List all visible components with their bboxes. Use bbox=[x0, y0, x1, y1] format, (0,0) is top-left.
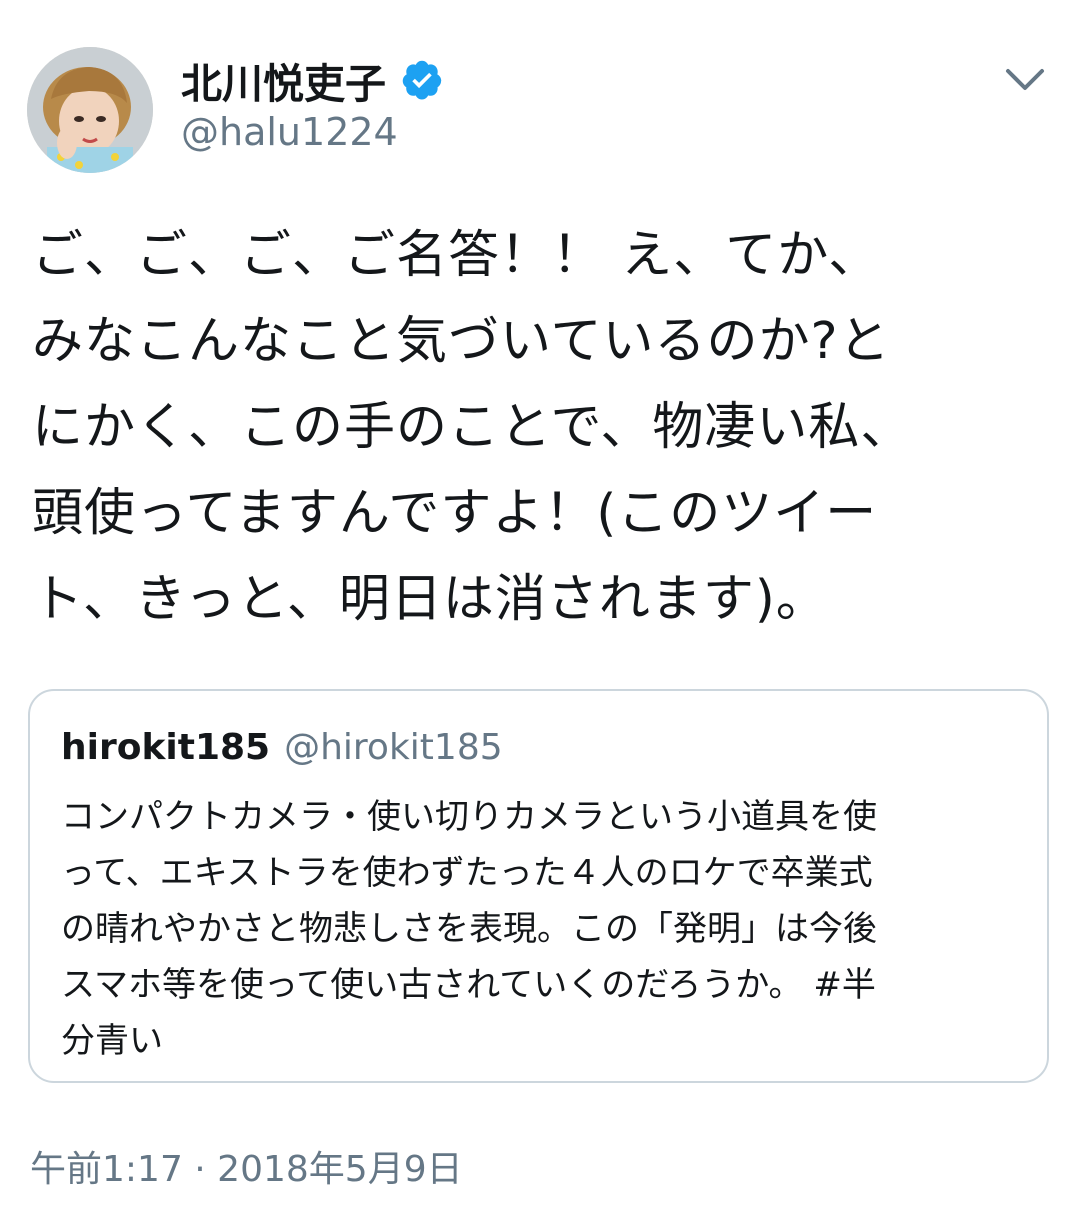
avatar[interactable] bbox=[27, 47, 153, 173]
quoted-author-handle: @hirokit185 bbox=[284, 726, 503, 768]
tweet-text: ご、ご、ご、ご名答！！ え、てか、 みなこんなこと気づいているのか?と にかく、… bbox=[32, 226, 913, 629]
quoted-tweet-card[interactable]: hirokit185 @hirokit185 コンパクトカメラ・使い切りカメラと… bbox=[28, 689, 1049, 1083]
chevron-down-icon[interactable] bbox=[1001, 60, 1049, 100]
quoted-tweet-text: コンパクトカメラ・使い切りカメラという小道具を使 って、エキストラを使わずたった… bbox=[61, 797, 877, 1061]
tweet-timestamp[interactable]: 午前1:17 · 2018年5月9日 bbox=[30, 1140, 463, 1192]
verified-badge-icon bbox=[400, 58, 444, 102]
author-handle[interactable]: @halu1224 bbox=[181, 110, 398, 154]
author-header: 北川悦吏子 bbox=[181, 50, 444, 110]
author-display-name[interactable]: 北川悦吏子 bbox=[181, 50, 386, 110]
quoted-author-display-name: hirokit185 bbox=[61, 726, 271, 768]
quoted-tweet-header: hirokit185 @hirokit185 bbox=[61, 721, 503, 773]
avatar-image bbox=[27, 47, 153, 173]
